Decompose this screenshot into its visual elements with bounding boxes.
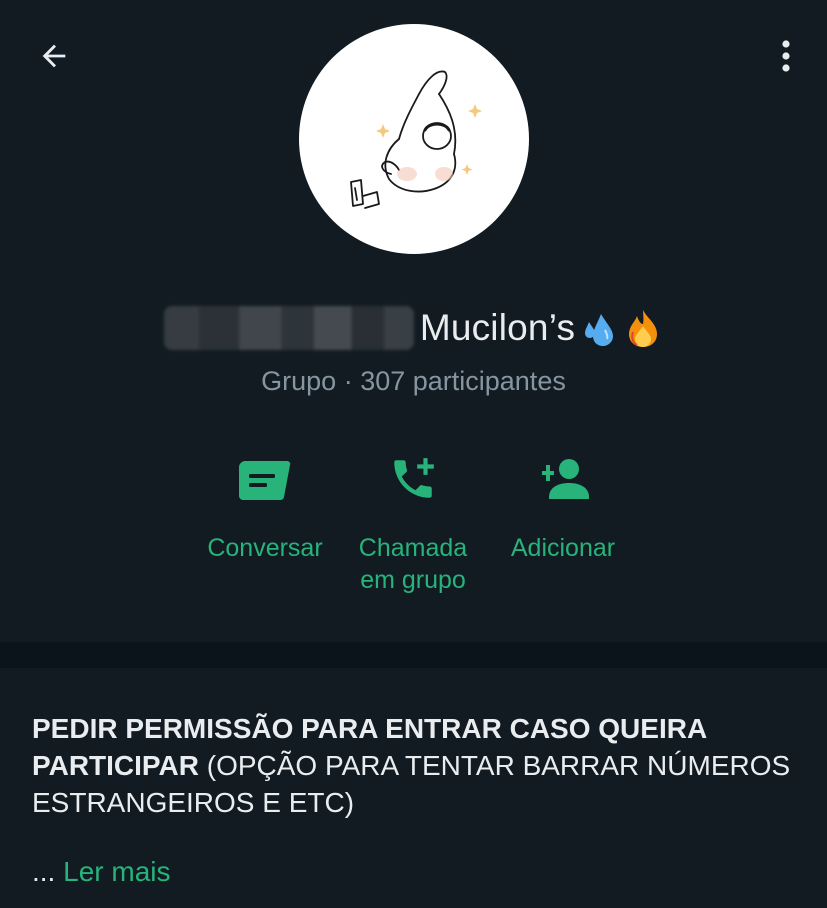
group-avatar[interactable] [299, 24, 529, 254]
read-more-link[interactable]: Ler mais [63, 856, 170, 887]
chat-action-label: Conversar [207, 534, 323, 562]
add-participant-action[interactable]: Adicionar [500, 448, 626, 564]
group-name: Mucilon’s [419, 307, 576, 348]
group-call-label-line1: Chamada [358, 534, 468, 562]
droplets-emoji [579, 308, 619, 348]
back-button[interactable] [28, 30, 80, 82]
group-name-row: Mucilon’s [0, 298, 827, 358]
fire-emoji [623, 308, 663, 348]
section-divider [0, 642, 827, 668]
message-icon [239, 461, 291, 500]
read-more-row: ... Ler mais [32, 856, 171, 888]
more-vertical-icon [782, 40, 790, 72]
arrow-left-icon [42, 44, 66, 68]
chat-action[interactable]: Conversar [203, 448, 327, 564]
group-call-action[interactable]: Chamada em grupo [350, 448, 476, 596]
redacted-name-part [163, 306, 414, 350]
more-options-button[interactable] [762, 30, 810, 82]
add-participant-label: Adicionar [510, 534, 616, 562]
participants-count: Grupo · 307 participantes [261, 366, 566, 396]
group-info-header: Mucilon’s Grupo · 307 participantes Conv… [0, 0, 827, 640]
avatar-illustration [350, 70, 482, 209]
group-description: PEDIR PERMISSÃO PARA ENTRAR CASO QUEIRA … [32, 710, 792, 821]
add-person-icon [542, 459, 589, 499]
description-ellipsis: ... [32, 856, 64, 887]
call-add-icon [394, 458, 434, 498]
group-call-label-line2: em grupo [360, 566, 466, 594]
